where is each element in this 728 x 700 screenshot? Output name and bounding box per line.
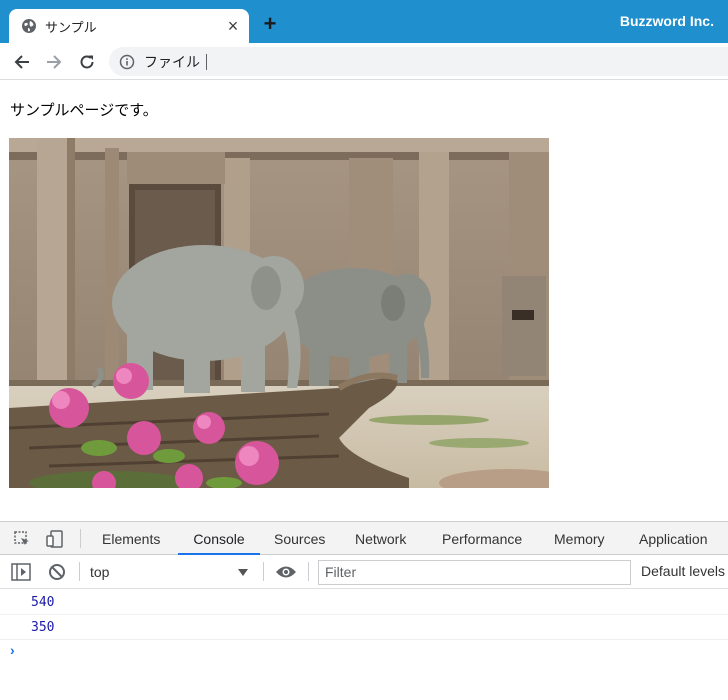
tab-sources[interactable]: Sources	[274, 522, 325, 555]
browser-titlebar: サンプル × + Buzzword Inc.	[0, 0, 728, 43]
console-filter-input[interactable]: Filter	[318, 560, 631, 585]
device-toolbar-icon[interactable]	[44, 528, 66, 550]
arrow-right-icon	[47, 55, 62, 69]
brand-label: Buzzword Inc.	[619, 13, 714, 29]
show-sidebar-icon[interactable]	[10, 561, 32, 583]
console-output-line: 350	[0, 615, 728, 640]
console-output-line: 540	[0, 590, 728, 615]
chevron-down-icon	[238, 569, 248, 576]
tab-console[interactable]: Console	[178, 522, 260, 555]
tab-elements[interactable]: Elements	[102, 522, 160, 555]
tab-network[interactable]: Network	[355, 522, 406, 555]
devtools-panel: Elements Console Sources Network Perform…	[0, 521, 728, 700]
info-icon[interactable]	[119, 54, 135, 70]
elephant-photo	[9, 138, 549, 488]
console-filter-bar: top Filter Default levels	[0, 555, 728, 589]
context-select-value: top	[90, 564, 110, 580]
filter-divider-2	[263, 562, 264, 581]
tab-title: サンプル	[45, 19, 97, 35]
filter-divider-3	[308, 562, 309, 581]
tab-performance[interactable]: Performance	[442, 522, 522, 555]
browser-tab[interactable]: サンプル ×	[9, 9, 249, 43]
new-tab-button[interactable]: +	[260, 13, 280, 35]
tab-memory[interactable]: Memory	[554, 522, 605, 555]
filter-divider	[79, 562, 80, 581]
log-levels-dropdown[interactable]: Default levels	[641, 563, 725, 579]
context-select[interactable]: top	[84, 561, 254, 583]
forward-button[interactable]	[42, 50, 66, 74]
browser-toolbar: ファイル	[0, 43, 728, 80]
close-tab-icon[interactable]: ×	[223, 16, 243, 36]
reload-button[interactable]	[75, 50, 99, 74]
inspect-element-icon[interactable]	[11, 528, 33, 550]
arrow-left-icon	[14, 55, 29, 69]
globe-icon	[21, 18, 37, 34]
address-bar[interactable]: ファイル	[109, 47, 728, 76]
devtools-tabbar: Elements Console Sources Network Perform…	[0, 522, 728, 555]
toolbar-divider	[80, 529, 81, 548]
tab-application[interactable]: Application	[639, 522, 708, 555]
page-content: サンプルページです。	[0, 81, 728, 521]
console-prompt-icon[interactable]: ›	[10, 642, 15, 658]
back-button[interactable]	[10, 50, 34, 74]
reload-icon	[80, 55, 94, 69]
page-text: サンプルページです。	[10, 102, 158, 119]
text-caret	[206, 53, 207, 70]
address-text[interactable]: ファイル	[144, 52, 200, 72]
clear-console-icon[interactable]	[46, 561, 68, 583]
eye-icon[interactable]	[275, 561, 297, 583]
